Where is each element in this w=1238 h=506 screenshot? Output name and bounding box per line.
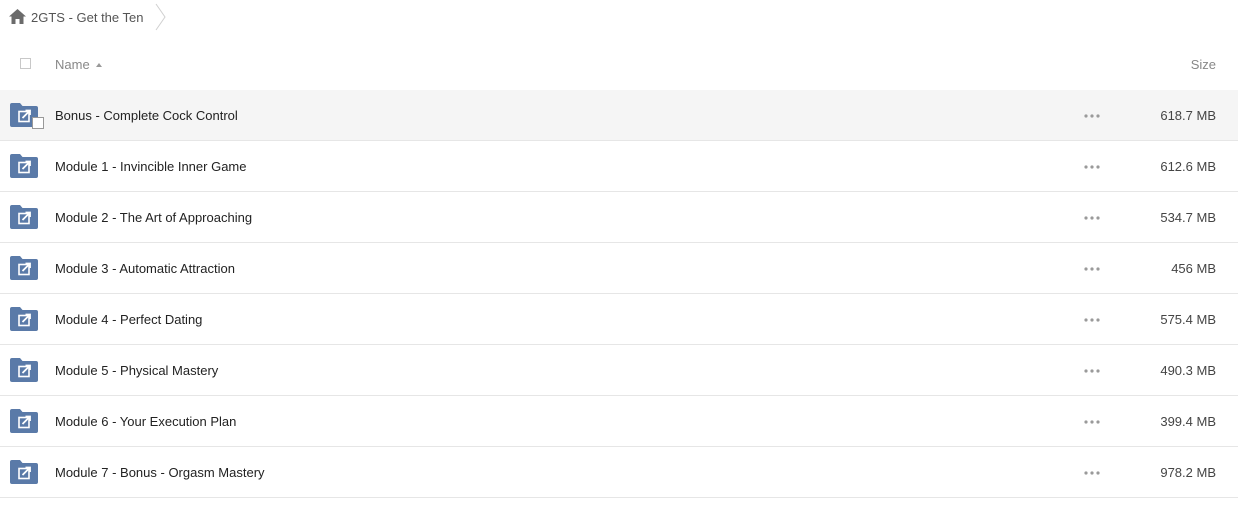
breadcrumb-current-folder[interactable]: 2GTS - Get the Ten: [31, 9, 143, 26]
home-icon[interactable]: [9, 9, 26, 24]
item-name[interactable]: Module 6 - Your Execution Plan: [55, 413, 236, 430]
item-size: 399.4 MB: [1160, 414, 1216, 429]
shared-folder-icon[interactable]: [10, 154, 38, 178]
breadcrumb: 2GTS - Get the Ten: [0, 0, 1238, 36]
shared-folder-icon[interactable]: [10, 409, 38, 433]
shared-folder-icon[interactable]: [10, 307, 38, 331]
item-size: 575.4 MB: [1160, 312, 1216, 327]
more-options-icon[interactable]: [1084, 420, 1100, 424]
item-name[interactable]: Module 4 - Perfect Dating: [55, 311, 202, 328]
shared-folder-icon[interactable]: [10, 460, 38, 484]
size-column-header[interactable]: Size: [1191, 56, 1216, 73]
list-item[interactable]: Module 5 - Physical Mastery 490.3 MB: [0, 345, 1238, 396]
item-name[interactable]: Module 3 - Automatic Attraction: [55, 260, 235, 277]
item-name[interactable]: Module 2 - The Art of Approaching: [55, 209, 252, 226]
shared-folder-icon[interactable]: [10, 205, 38, 229]
file-list-header: Name Size: [0, 38, 1238, 91]
more-options-icon[interactable]: [1084, 369, 1100, 373]
item-name[interactable]: Module 1 - Invincible Inner Game: [55, 158, 246, 175]
breadcrumb-separator-icon: [155, 3, 166, 31]
sort-ascending-icon: [95, 63, 102, 67]
list-item[interactable]: Module 2 - The Art of Approaching 534.7 …: [0, 192, 1238, 243]
list-item[interactable]: Module 3 - Automatic Attraction 456 MB: [0, 243, 1238, 294]
item-size: 456 MB: [1171, 261, 1216, 276]
item-size: 978.2 MB: [1160, 465, 1216, 480]
name-column-header[interactable]: Name: [55, 56, 102, 73]
item-size: 618.7 MB: [1160, 108, 1216, 123]
more-options-icon[interactable]: [1084, 267, 1100, 271]
list-item[interactable]: Module 1 - Invincible Inner Game 612.6 M…: [0, 141, 1238, 192]
more-options-icon[interactable]: [1084, 114, 1100, 118]
more-options-icon[interactable]: [1084, 318, 1100, 322]
list-item[interactable]: Module 6 - Your Execution Plan 399.4 MB: [0, 396, 1238, 447]
more-options-icon[interactable]: [1084, 216, 1100, 220]
item-name[interactable]: Module 7 - Bonus - Orgasm Mastery: [55, 464, 265, 481]
more-options-icon[interactable]: [1084, 471, 1100, 475]
select-all-checkbox[interactable]: [20, 58, 31, 69]
file-list: Bonus - Complete Cock Control 618.7 MB M…: [0, 90, 1238, 498]
item-size: 490.3 MB: [1160, 363, 1216, 378]
more-options-icon[interactable]: [1084, 165, 1100, 169]
name-column-label: Name: [55, 57, 90, 72]
shared-folder-icon[interactable]: [10, 358, 38, 382]
item-size: 612.6 MB: [1160, 159, 1216, 174]
item-name[interactable]: Bonus - Complete Cock Control: [55, 107, 238, 124]
shared-folder-icon[interactable]: [10, 256, 38, 280]
list-item[interactable]: Module 7 - Bonus - Orgasm Mastery 978.2 …: [0, 447, 1238, 498]
row-checkbox[interactable]: [32, 117, 44, 129]
list-item[interactable]: Module 4 - Perfect Dating 575.4 MB: [0, 294, 1238, 345]
item-name[interactable]: Module 5 - Physical Mastery: [55, 362, 218, 379]
item-size: 534.7 MB: [1160, 210, 1216, 225]
list-item[interactable]: Bonus - Complete Cock Control 618.7 MB: [0, 90, 1238, 141]
